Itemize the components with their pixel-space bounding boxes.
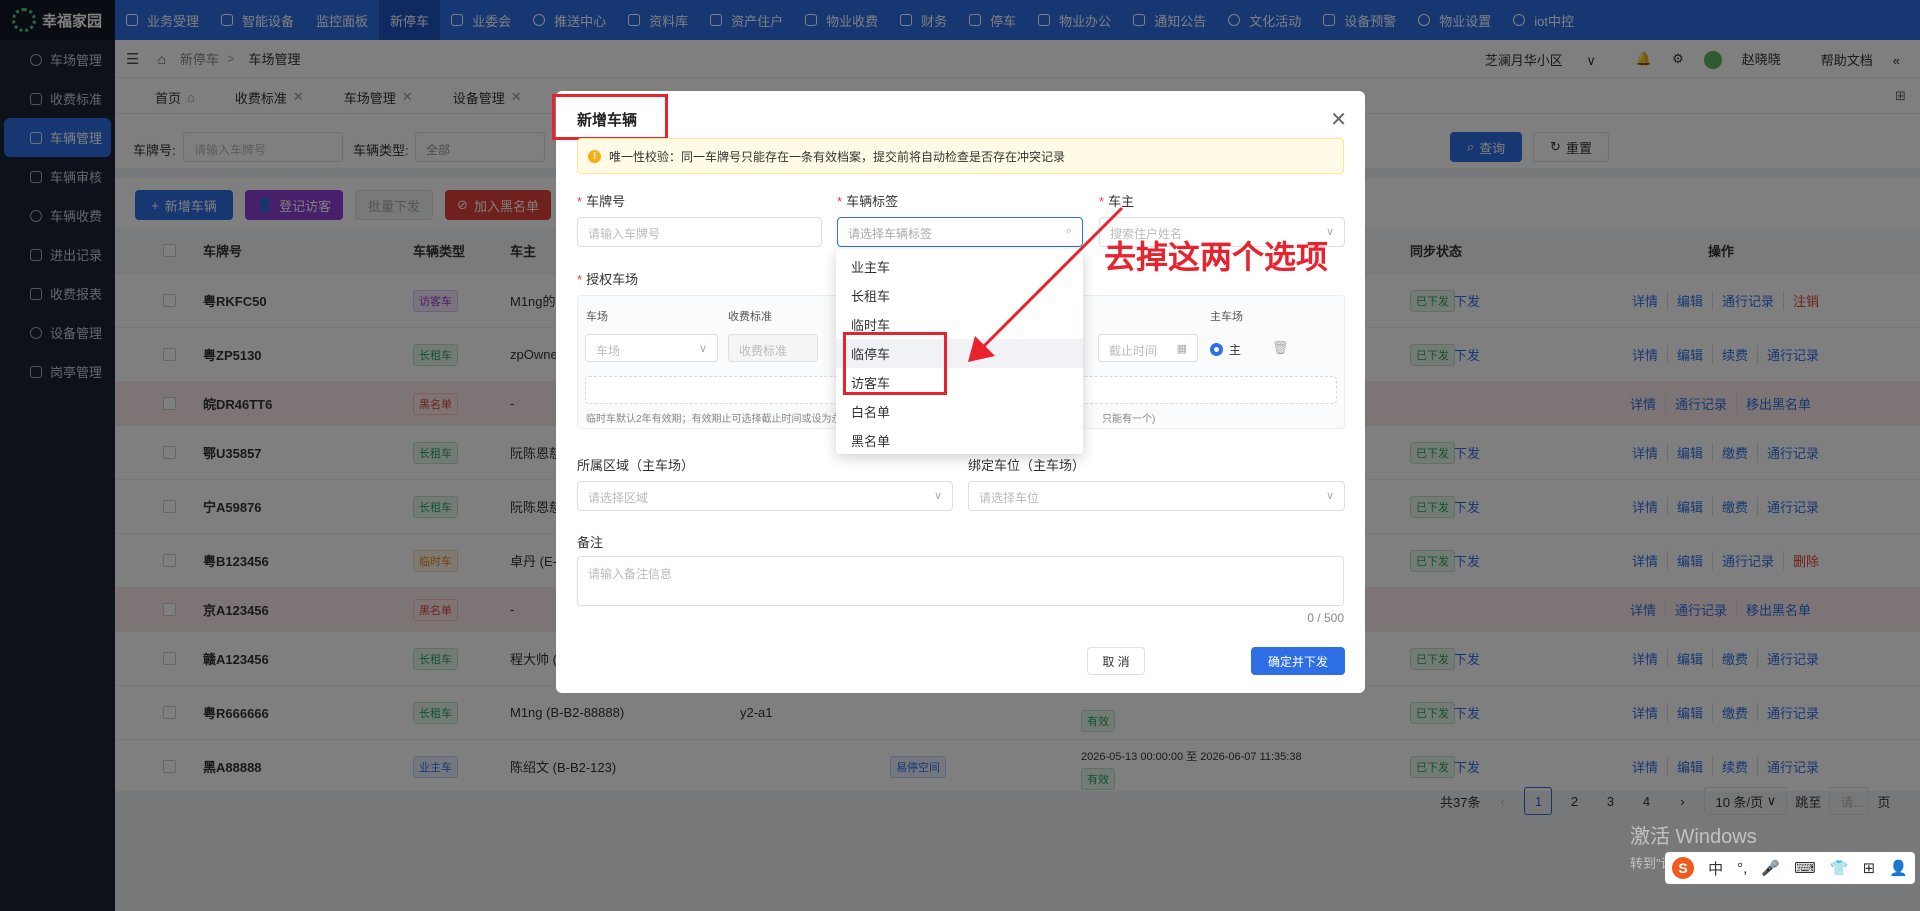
annotation-arrow xyxy=(968,206,1124,362)
